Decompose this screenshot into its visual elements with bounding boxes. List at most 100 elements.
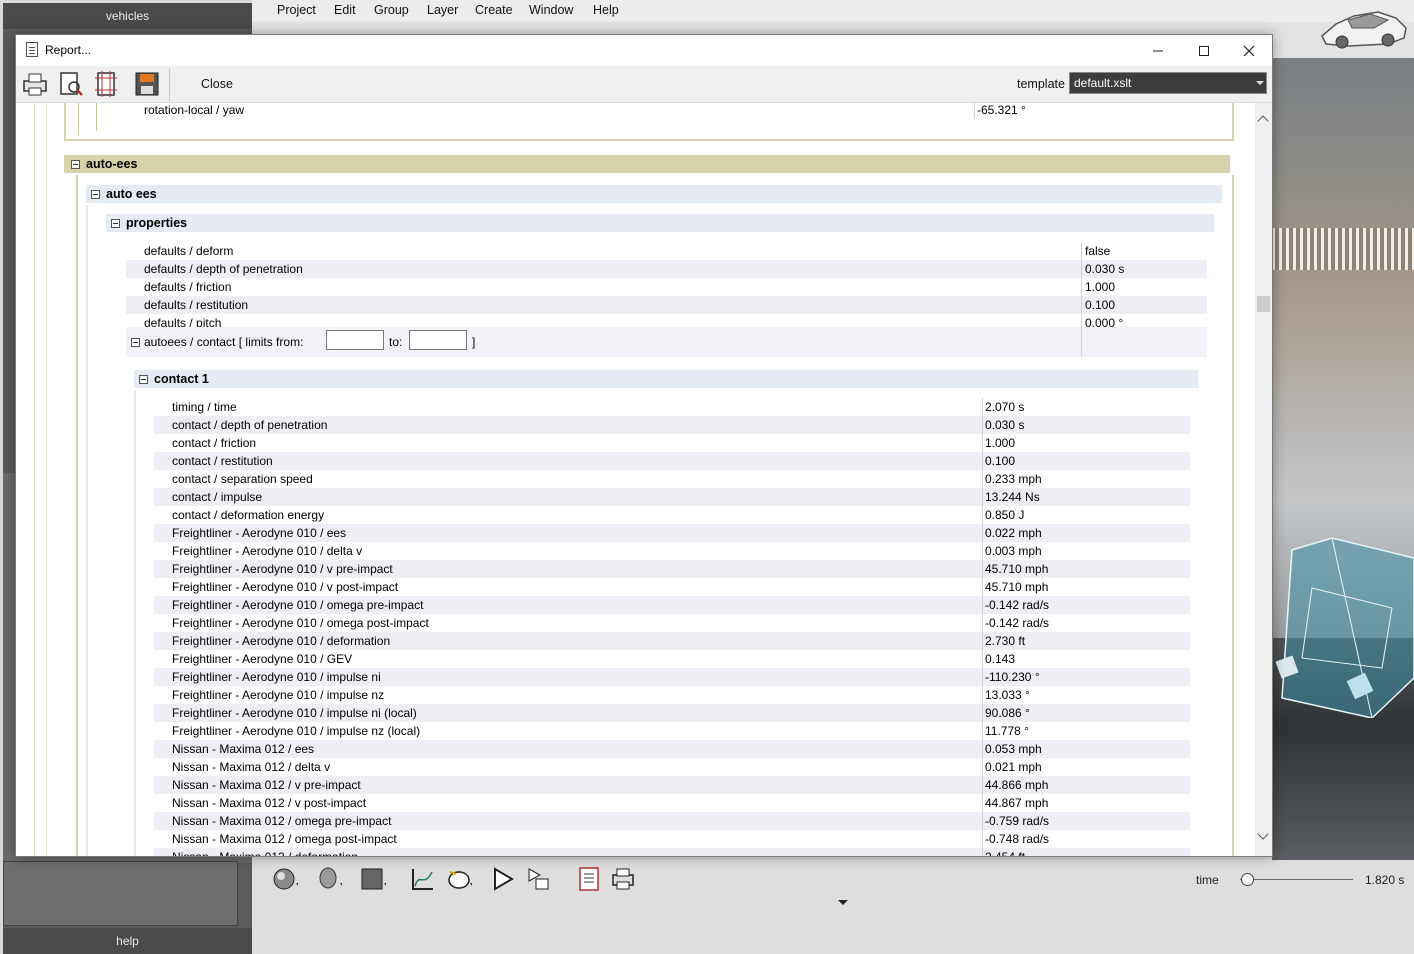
row-value: 45.710 mph [985,562,1049,576]
time-slider-knob[interactable] [1241,873,1254,886]
scroll-up-icon[interactable] [1257,115,1269,127]
table-row: Freightliner - Aerodyne 010 / impulse ni… [154,668,1190,686]
template-value: default.xslt [1074,76,1132,90]
close-window-button[interactable] [1226,35,1272,66]
menu-group[interactable]: Group [374,3,409,17]
contact-header[interactable]: contact 1 [134,370,1198,388]
expand-arrow-icon[interactable] [838,900,848,905]
trajectory-icon[interactable] [446,866,472,892]
report-scrollbar[interactable] [1255,103,1272,856]
row-label: Freightliner - Aerodyne 010 / ees [172,526,347,540]
row-label: Freightliner - Aerodyne 010 / v pre-impa… [172,562,393,576]
time-value: 1.820 s [1365,873,1405,887]
subsection-header-auto-ees[interactable]: auto ees [86,185,1222,203]
row-value: 0.233 mph [985,472,1042,486]
row-label: Freightliner - Aerodyne 010 / omega post… [172,616,429,630]
menu-project[interactable]: Project [277,3,316,17]
scroll-down-icon[interactable] [1257,828,1269,840]
row-value: 44.867 mph [985,796,1049,810]
collapse-toggle-icon[interactable] [91,189,100,199]
row-value: 0.022 mph [985,526,1042,540]
row-label: Freightliner - Aerodyne 010 / deformatio… [172,634,391,648]
sphere-shading-icon[interactable] [272,866,298,892]
print-icon[interactable] [610,866,636,892]
row-label: contact / impulse [172,490,263,504]
row-label: contact / depth of penetration [172,418,328,432]
table-row: Freightliner - Aerodyne 010 / impulse nz… [154,686,1190,704]
menu-window[interactable]: Window [529,3,573,17]
left-panel-details [3,861,238,926]
close-button[interactable]: Close [201,77,233,91]
row-value: 1.000 [1085,280,1116,294]
row-value: -0.759 rad/s [985,814,1050,828]
table-row: contact / deformation energy 0.850 J [154,506,1190,524]
row-label: Nissan - Maxima 012 / omega post-impact [172,832,397,846]
table-row: contact / impulse 13.244 Ns [154,488,1190,506]
menu-edit[interactable]: Edit [334,3,356,17]
row-value: 90.086 ° [985,706,1030,720]
minimize-button[interactable] [1135,35,1181,66]
column-divider [1081,278,1082,296]
3d-viewport[interactable] [1272,58,1414,860]
table-row: Nissan - Maxima 012 / omega post-impact -… [154,830,1190,848]
table-row: Freightliner - Aerodyne 010 / omega pre-… [154,596,1190,614]
table-row: Freightliner - Aerodyne 010 / v post-imp… [154,578,1190,596]
column-divider [982,614,983,632]
menu-layer[interactable]: Layer [427,3,458,17]
contact-frame [134,390,136,856]
collapse-toggle-icon[interactable] [71,159,80,169]
report-icon[interactable] [576,866,602,892]
limits-from-input[interactable] [326,330,384,350]
menu-help[interactable]: Help [593,3,619,17]
column-divider [982,416,983,434]
maximize-button[interactable] [1181,35,1227,66]
collapse-toggle-icon[interactable] [111,218,120,228]
column-divider [982,704,983,722]
fill-color-icon[interactable] [360,866,386,892]
column-divider [982,722,983,740]
table-row: Nissan - Maxima 012 / v post-impact 44.86… [154,794,1190,812]
print-preview-icon[interactable] [57,70,85,98]
limits-to-input[interactable] [409,330,467,350]
properties-header[interactable]: properties [106,214,1214,232]
play-icon[interactable] [490,866,516,892]
table-row: Freightliner - Aerodyne 010 / GEV 0.143 [154,650,1190,668]
dialog-titlebar[interactable]: Report... [16,35,1272,66]
section-header-auto-ees[interactable]: auto-ees [64,155,1230,173]
floppy-save-icon[interactable] [133,70,161,98]
viewport-fence [1272,228,1414,270]
column-divider [982,740,983,758]
menu-create[interactable]: Create [475,3,513,17]
table-row: Freightliner - Aerodyne 010 / deformatio… [154,632,1190,650]
printer-icon[interactable] [21,70,49,98]
column-divider [1081,242,1082,260]
template-select[interactable]: default.xslt [1069,72,1267,94]
bottom-toolbar: time 1.820 s [252,860,1414,954]
collapse-toggle-icon[interactable] [139,374,148,384]
contact-filter-row: autoees / contact [ limits from: to: ] [126,327,1207,357]
table-row: defaults / restitution 0.100 [126,296,1207,314]
graph-icon[interactable] [410,866,436,892]
report-view[interactable]: rotation-local / yaw -65.321 ° auto-ees … [16,103,1254,856]
row-value: 1.000 [985,436,1016,450]
template-label: template [1017,77,1065,91]
frame-line [34,103,35,856]
page-setup-icon[interactable] [92,70,120,98]
table-row: defaults / deform false [126,242,1207,260]
table-row: timing / time 2.070 s [154,398,1190,416]
head-view-icon[interactable] [316,866,342,892]
row-label: rotation-local / yaw [144,103,245,117]
table-row: Freightliner - Aerodyne 010 / ees 0.022 m… [154,524,1190,542]
time-slider-track[interactable] [1240,879,1353,880]
subsection-title: auto ees [106,187,157,201]
help-button[interactable]: help [3,928,252,954]
scroll-thumb[interactable] [1257,296,1270,312]
column-divider [982,776,983,794]
column-divider [982,830,983,848]
column-divider [982,488,983,506]
row-value: 0.003 mph [985,544,1042,558]
collapse-toggle-icon[interactable] [131,338,140,347]
table-row: Nissan - Maxima 012 / v pre-impact 44.866… [154,776,1190,794]
play-options-icon[interactable] [526,866,552,892]
row-value: 0.100 [985,454,1016,468]
